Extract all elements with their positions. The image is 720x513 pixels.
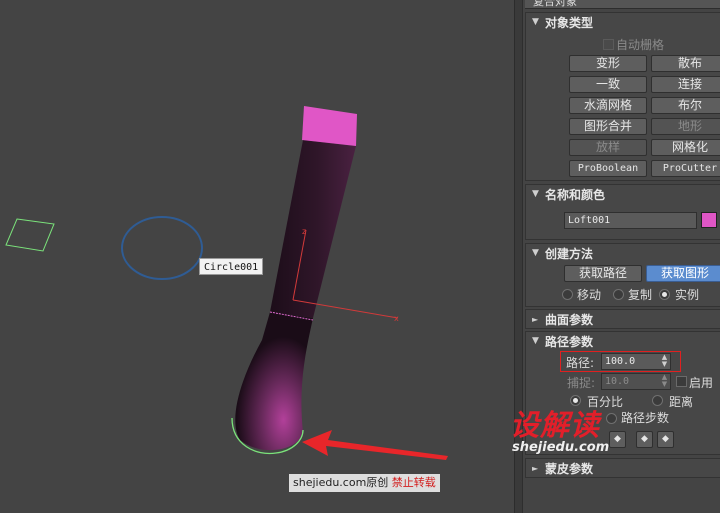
rollout-path-params-header[interactable]: ▼ 路径参数	[526, 332, 720, 351]
object-color-swatch[interactable]	[701, 212, 717, 228]
conform-button[interactable]: 一致	[569, 76, 647, 93]
credit-watermark: shejiedu.com原创 禁止转载	[289, 474, 440, 492]
rollout-creation-method-header[interactable]: ▼ 创建方法	[526, 244, 720, 263]
rollout-surface-params: ► 曲面参数	[525, 309, 720, 329]
loft-button[interactable]: 放样	[569, 139, 647, 156]
rollout-skin-params: ► 蒙皮参数	[525, 458, 720, 478]
instance-radio-label: 实例	[675, 288, 700, 302]
distance-label: 距离	[669, 395, 694, 409]
rollout-path-params-title: 路径参数	[545, 335, 594, 349]
panel-scrollbar[interactable]	[515, 0, 523, 513]
loft-top-cap[interactable]	[302, 106, 357, 146]
morph-button[interactable]: 变形	[569, 55, 647, 72]
snap-spinner[interactable]: ▲ ▼	[660, 374, 669, 389]
compound-objects-title: 复合对象	[533, 0, 577, 8]
boolean-button[interactable]: 布尔	[651, 97, 720, 114]
snap-label: 捕捉:	[567, 376, 596, 390]
snap-enable-checkbox[interactable]	[676, 376, 687, 387]
credit-forbidden: 禁止转载	[391, 476, 436, 489]
expand-triangle-icon: ►	[532, 464, 539, 473]
rollout-name-color-header[interactable]: ▼ 名称和颜色	[526, 185, 720, 204]
scatter-button[interactable]: 散布	[651, 55, 720, 72]
circle-shape[interactable]	[121, 216, 203, 280]
credit-original: 原创	[366, 476, 389, 489]
command-panel: 复合对象 ▼ 对象类型 自动栅格 变形 散布 一致 连接 水滴网格 布尔 图形合…	[514, 0, 720, 513]
mesher-button[interactable]: 网格化	[651, 139, 720, 156]
snap-enable-label: 启用	[689, 376, 714, 390]
distance-radio[interactable]	[652, 395, 663, 406]
rollout-path-params: ▼ 路径参数 路径: 100.0 ▲ ▼ 捕捉: 10.0 ▲ ▼ 启用 百分比 距…	[525, 331, 720, 455]
path-highlight-box	[560, 351, 681, 372]
rollout-skin-params-title: 蒙皮参数	[545, 462, 594, 476]
credit-site: shejiedu.com	[293, 476, 367, 489]
proboolean-button[interactable]: ProBoolean	[569, 160, 647, 177]
collapse-triangle-icon: ▼	[532, 336, 539, 346]
rollout-surface-params-title: 曲面参数	[545, 313, 594, 327]
move-radio-label: 移动	[577, 288, 602, 302]
expand-triangle-icon: ►	[532, 315, 539, 324]
loft-upper-body[interactable]	[270, 140, 356, 318]
collapse-triangle-icon: ▼	[532, 248, 539, 258]
rollout-creation-method-title: 创建方法	[545, 247, 594, 261]
loft-lower-body[interactable]	[235, 312, 313, 451]
rectangle-shape[interactable]	[5, 218, 55, 252]
get-path-button[interactable]: 获取路径	[564, 265, 642, 282]
connect-button[interactable]: 连接	[651, 76, 720, 93]
autogrid-checkbox[interactable]	[603, 39, 614, 50]
object-name-field[interactable]: Loft001	[564, 212, 697, 229]
rollout-name-color: ▼ 名称和颜色 Loft001	[525, 184, 720, 240]
next-shape-button[interactable]: ◆	[636, 431, 653, 448]
percentage-label: 百分比	[587, 395, 624, 409]
get-shape-button[interactable]: 获取图形	[646, 265, 720, 282]
instance-radio[interactable]	[659, 289, 670, 300]
collapse-triangle-icon: ▼	[532, 17, 539, 27]
compound-objects-strip: 复合对象	[525, 0, 720, 9]
percentage-radio[interactable]	[570, 395, 581, 406]
blobmesh-button[interactable]: 水滴网格	[569, 97, 647, 114]
rollout-creation-method: ▼ 创建方法 获取路径 获取图形 移动 复制 实例	[525, 243, 720, 307]
terrain-button[interactable]: 地形	[651, 118, 720, 135]
svg-text:x: x	[394, 314, 399, 323]
shapemerge-button[interactable]: 图形合并	[569, 118, 647, 135]
pick-shape-button[interactable]: ◆	[657, 431, 674, 448]
path-steps-label: 路径步数	[621, 411, 670, 425]
collapse-triangle-icon: ▼	[532, 189, 539, 199]
autogrid-label: 自动栅格	[616, 38, 665, 52]
svg-text:z: z	[302, 227, 306, 236]
annotation-arrow	[302, 430, 448, 460]
object-label-circle001: Circle001	[199, 258, 264, 275]
rollout-surface-params-header[interactable]: ► 曲面参数	[526, 310, 720, 329]
copy-radio[interactable]	[613, 289, 624, 300]
prev-shape-button[interactable]: ◆	[609, 431, 626, 448]
rollout-object-type: ▼ 对象类型 自动栅格 变形 散布 一致 连接 水滴网格 布尔 图形合并 地形 …	[525, 12, 720, 181]
rollout-object-type-header[interactable]: ▼ 对象类型	[526, 13, 720, 32]
rollout-name-color-title: 名称和颜色	[545, 188, 606, 202]
copy-radio-label: 复制	[628, 288, 653, 302]
procutter-button[interactable]: ProCutter	[651, 160, 720, 177]
viewport-scene[interactable]: x z	[0, 0, 514, 513]
move-radio[interactable]	[562, 289, 573, 300]
path-steps-radio[interactable]	[606, 413, 617, 424]
rollout-object-type-title: 对象类型	[545, 16, 594, 30]
perspective-viewport[interactable]: x z Circle001 shejiedu.com原创 禁止转载	[0, 0, 514, 513]
rollout-skin-params-header[interactable]: ► 蒙皮参数	[526, 459, 720, 478]
